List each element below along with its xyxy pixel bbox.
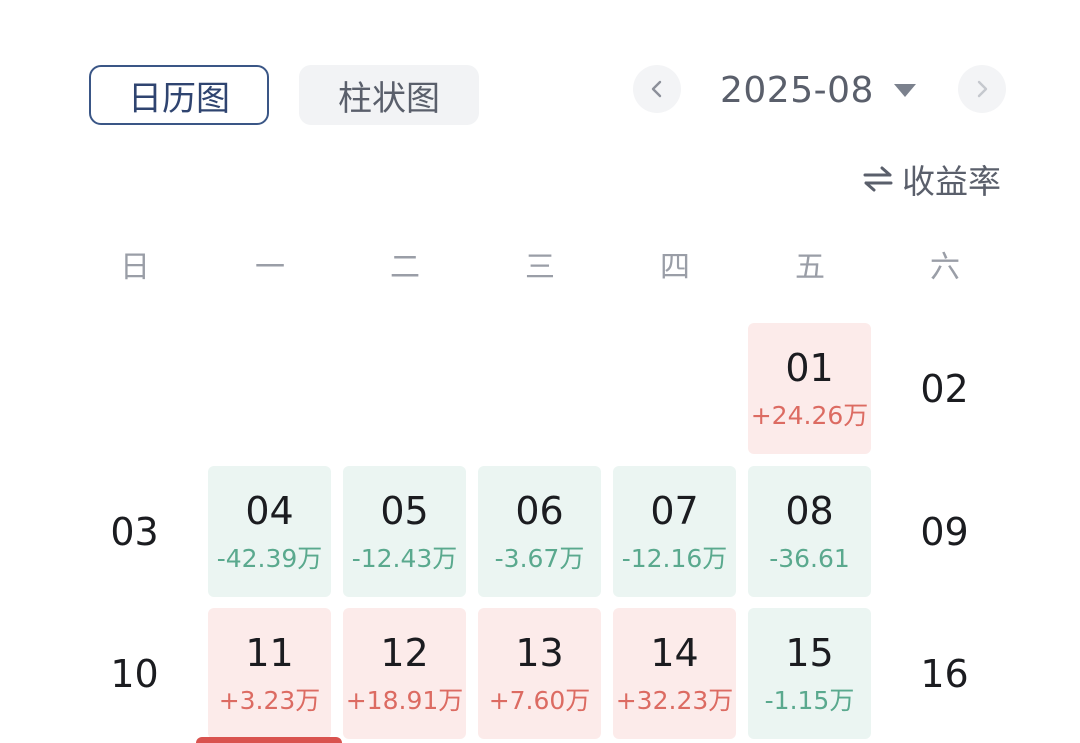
weekday-thu: 四 (660, 250, 690, 285)
day-amount: +24.26万 (750, 401, 869, 430)
day-amount: -42.39万 (216, 544, 323, 573)
day-cell-16[interactable]: 16 (883, 608, 1006, 739)
day-number: 08 (785, 489, 834, 533)
day-cell-08[interactable]: 08 -36.61 (748, 466, 871, 597)
day-cell-11[interactable]: 11 +3.23万 (208, 608, 331, 739)
day-number: 10 (110, 651, 159, 696)
day-cell-07[interactable]: 07 -12.16万 (613, 466, 736, 597)
day-number: 02 (920, 366, 969, 411)
month-label: 2025-08 (720, 69, 874, 111)
metric-toggle[interactable]: 收益率 (862, 156, 1001, 202)
swap-arrows-icon (863, 166, 893, 192)
weekday-fri: 五 (795, 250, 825, 285)
day-cell-12[interactable]: 12 +18.91万 (343, 608, 466, 739)
day-number: 05 (380, 489, 429, 533)
selection-indicator (196, 737, 342, 743)
day-cell-13[interactable]: 13 +7.60万 (478, 608, 601, 739)
day-number: 04 (245, 489, 294, 533)
day-amount: -1.15万 (764, 686, 855, 715)
day-number: 14 (650, 631, 699, 675)
caret-down-icon (893, 84, 916, 97)
chevron-left-icon (651, 80, 662, 98)
day-cell-02[interactable]: 02 (883, 323, 1006, 454)
day-amount: -3.67万 (494, 544, 585, 573)
day-amount: -12.16万 (621, 544, 728, 573)
day-cell-04[interactable]: 04 -42.39万 (208, 466, 331, 597)
day-amount: +18.91万 (345, 686, 464, 715)
weekday-wed: 三 (525, 250, 555, 285)
day-number: 11 (245, 631, 294, 675)
day-cell-15[interactable]: 15 -1.15万 (748, 608, 871, 739)
day-number: 16 (920, 651, 969, 696)
day-cell-10[interactable]: 10 (73, 608, 196, 739)
weekday-sun: 日 (120, 250, 150, 285)
weekday-tue: 二 (390, 250, 420, 285)
day-cell-03[interactable]: 03 (73, 466, 196, 597)
next-month-button[interactable] (958, 65, 1006, 113)
day-number: 13 (515, 631, 564, 675)
tab-calendar[interactable]: 日历图 (89, 65, 269, 125)
day-number: 01 (785, 346, 834, 390)
day-amount: -12.43万 (351, 544, 458, 573)
day-number: 06 (515, 489, 564, 533)
metric-label: 收益率 (902, 162, 1001, 201)
chevron-right-icon (977, 80, 988, 98)
day-amount: +32.23万 (615, 686, 734, 715)
day-amount: +3.23万 (218, 686, 321, 715)
weekday-mon: 一 (255, 250, 285, 285)
day-cell-05[interactable]: 05 -12.43万 (343, 466, 466, 597)
day-amount: -36.61 (769, 544, 850, 573)
month-selector[interactable]: 2025-08 (720, 62, 918, 118)
day-cell-06[interactable]: 06 -3.67万 (478, 466, 601, 597)
day-number: 12 (380, 631, 429, 675)
day-cell-09[interactable]: 09 (883, 466, 1006, 597)
day-cell-01[interactable]: 01 +24.26万 (748, 323, 871, 454)
day-cell-14[interactable]: 14 +32.23万 (613, 608, 736, 739)
prev-month-button[interactable] (633, 65, 681, 113)
day-number: 07 (650, 489, 699, 533)
day-amount: +7.60万 (488, 686, 591, 715)
day-number: 15 (785, 631, 834, 675)
weekday-sat: 六 (930, 250, 960, 285)
tab-bar-chart[interactable]: 柱状图 (299, 65, 479, 125)
day-number: 09 (920, 509, 969, 554)
day-number: 03 (110, 509, 159, 554)
